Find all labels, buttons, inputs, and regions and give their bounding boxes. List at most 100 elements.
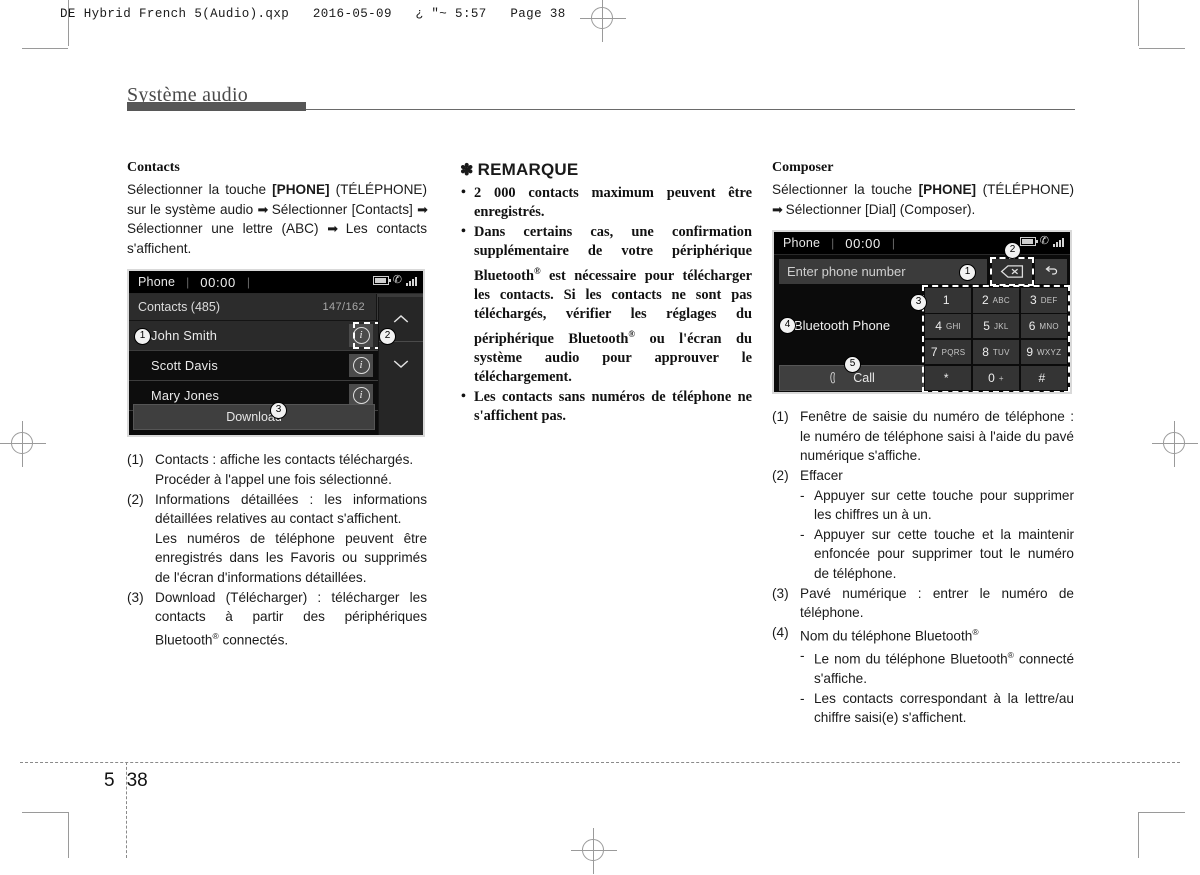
list-text: Contacts : affiche les contacts téléchar… bbox=[155, 452, 414, 468]
key-digit: 2 bbox=[981, 293, 989, 308]
intro-text-1: Sélectionner la touche bbox=[127, 182, 273, 197]
section-heading-composer: Composer bbox=[772, 160, 834, 175]
status-icons: ✆ bbox=[372, 274, 417, 287]
status-divider-1: | bbox=[831, 236, 835, 251]
key-digit: 7 bbox=[930, 345, 938, 360]
key-9[interactable]: 9 WXYZ bbox=[1020, 339, 1067, 365]
signal-icon bbox=[406, 276, 417, 286]
sub-list-item: - Appuyer sur cette touche et la mainteni… bbox=[800, 525, 1074, 584]
document-header-line: DE Hybrid French 5(Audio).qxp 2016-05-09… bbox=[60, 7, 566, 21]
key-5[interactable]: 5 JKL bbox=[972, 314, 1020, 339]
list-marker: (3) bbox=[772, 585, 789, 601]
bullet-icon: • bbox=[461, 185, 466, 200]
list-item: (2) Effacer - Appuyer sur cette touche po… bbox=[772, 466, 1074, 584]
list-marker: (1) bbox=[772, 409, 789, 425]
key-digit: * bbox=[943, 371, 949, 385]
key-letters: GHI bbox=[945, 321, 962, 331]
sub-list-text-a: Le nom du téléphone Bluetooth bbox=[814, 651, 1008, 667]
key-letters: MNO bbox=[1039, 321, 1059, 331]
key-0[interactable]: 0 + bbox=[972, 365, 1020, 391]
intro-text-3: Sélectionner [Contacts] bbox=[267, 201, 418, 217]
intro-text-1: Sélectionner la touche bbox=[772, 182, 919, 197]
contact-info-button[interactable]: i bbox=[349, 354, 373, 378]
registration-mark-bottom bbox=[571, 828, 617, 874]
info-icon: i bbox=[352, 357, 370, 375]
delete-button[interactable] bbox=[992, 259, 1032, 285]
key-digit: 8 bbox=[982, 345, 989, 360]
status-title: Phone bbox=[783, 236, 821, 251]
phone-key-label: [PHONE] bbox=[918, 182, 977, 197]
scroll-buttons bbox=[378, 297, 423, 436]
composer-intro-paragraph: Sélectionner la touche [PHONE] (TÉLÉPHON… bbox=[772, 180, 1074, 219]
sub-list: - Le nom du téléphone Bluetooth® connecté… bbox=[800, 646, 1074, 728]
left-column: Contacts Sélectionner la touche [PHONE] … bbox=[127, 160, 428, 650]
call-button-label: Call bbox=[853, 371, 875, 386]
scroll-down-button[interactable] bbox=[379, 342, 423, 386]
note-bullet-text: Les contacts sans numéros de téléphone n… bbox=[474, 388, 752, 425]
key-digit: 1 bbox=[942, 293, 950, 308]
contact-row[interactable]: Scott Davis i bbox=[129, 351, 381, 382]
status-divider-2: | bbox=[891, 236, 895, 251]
middle-column: ✽ REMARQUE • 2 000 contacts maximum peuve… bbox=[460, 160, 752, 426]
dash-icon: - bbox=[800, 526, 805, 542]
key-1[interactable]: 1 bbox=[925, 288, 972, 313]
list-text: Fenêtre de saisie du numéro de téléphone… bbox=[800, 409, 1074, 464]
list-item: (1) Fenêtre de saisie du numéro de télép… bbox=[772, 407, 1074, 466]
dash-icon: - bbox=[800, 647, 805, 663]
key-letters: PQRS bbox=[941, 347, 966, 357]
contact-name: Mary Jones bbox=[151, 388, 220, 404]
list-marker: (4) bbox=[772, 624, 789, 640]
key-2[interactable]: 2 ABC bbox=[972, 288, 1020, 313]
note-bullet-list: • 2 000 contacts maximum peuvent être en… bbox=[460, 184, 752, 426]
list-text: Effacer bbox=[800, 467, 843, 483]
key-6[interactable]: 6 MNO bbox=[1020, 314, 1067, 339]
dash-icon: - bbox=[800, 487, 805, 503]
contacts-intro-paragraph: Sélectionner la touche [PHONE] (TÉLÉPHON… bbox=[127, 180, 428, 258]
sub-list-text-a: Les contacts correspondant à la lettre/a… bbox=[814, 690, 1074, 726]
key-letters: JKL bbox=[993, 321, 1009, 331]
phone-number-input[interactable]: Enter phone number bbox=[779, 259, 987, 285]
key-digit: 5 bbox=[983, 319, 990, 334]
key-digit: 9 bbox=[1026, 345, 1033, 360]
intro-text-2: (TÉLÉPHONE) bbox=[976, 182, 1074, 197]
key-letters: ABC bbox=[992, 295, 1011, 305]
contact-info-button[interactable]: i bbox=[349, 324, 373, 348]
list-item: (1) Contacts : affiche les contacts télé… bbox=[127, 450, 427, 489]
list-text: Informations détaillées : les informatio… bbox=[155, 491, 427, 527]
contacts-screen-figure: Phone | 00:00 | ✆ Contacts (485) 147/162 bbox=[127, 269, 425, 438]
list-marker: (2) bbox=[772, 467, 789, 483]
key-digit: 0 bbox=[988, 371, 995, 385]
key-letters: DEF bbox=[1040, 295, 1058, 305]
contact-name: John Smith bbox=[151, 328, 218, 344]
contacts-list-title: Contacts (485) bbox=[138, 300, 220, 315]
chevron-up-icon bbox=[393, 315, 409, 323]
key-7[interactable]: 7 PQRS bbox=[925, 339, 972, 365]
phone-number-placeholder: Enter phone number bbox=[787, 264, 906, 280]
bluetooth-phone-name: Bluetooth Phone bbox=[794, 318, 891, 334]
list-continuation: Procéder à l'appel une fois sélectionné. bbox=[155, 471, 392, 487]
status-divider-1: | bbox=[186, 275, 190, 290]
intro-text-3: Sélectionner [Dial] (Composer). bbox=[781, 201, 976, 217]
note-bullet: • Dans certains cas, une confirmation su… bbox=[460, 223, 752, 388]
back-arrow-icon bbox=[1044, 266, 1057, 275]
list-text: Pavé numérique : entrer le numéro de tél… bbox=[800, 585, 1074, 621]
note-heading: ✽ REMARQUE bbox=[460, 160, 752, 180]
list-marker: (1) bbox=[127, 452, 144, 468]
key-hash[interactable]: # bbox=[1020, 365, 1067, 391]
arrow-icon-1: ➡ bbox=[257, 201, 269, 217]
note-bullet-text: 2 000 contacts maximum peuvent être enre… bbox=[474, 185, 752, 221]
backspace-icon bbox=[1000, 265, 1024, 278]
list-text: Download (Télécharger) : télécharger les… bbox=[155, 589, 427, 648]
key-4[interactable]: 4 GHI bbox=[925, 314, 972, 339]
bluetooth-icon: ✆ bbox=[1039, 235, 1049, 248]
back-button[interactable] bbox=[1035, 259, 1067, 285]
key-3[interactable]: 3 DEF bbox=[1020, 288, 1067, 313]
contact-row[interactable]: John Smith i bbox=[129, 321, 381, 352]
folio-page: 38 bbox=[126, 770, 148, 791]
bluetooth-icon: ✆ bbox=[392, 274, 402, 287]
download-button[interactable]: Download bbox=[133, 404, 375, 431]
note-bullet: • 2 000 contacts maximum peuvent être en… bbox=[460, 184, 752, 223]
key-star[interactable]: * bbox=[925, 365, 972, 391]
note-bullet: • Les contacts sans numéros de téléphone… bbox=[460, 388, 752, 427]
key-8[interactable]: 8 TUV bbox=[972, 339, 1020, 365]
